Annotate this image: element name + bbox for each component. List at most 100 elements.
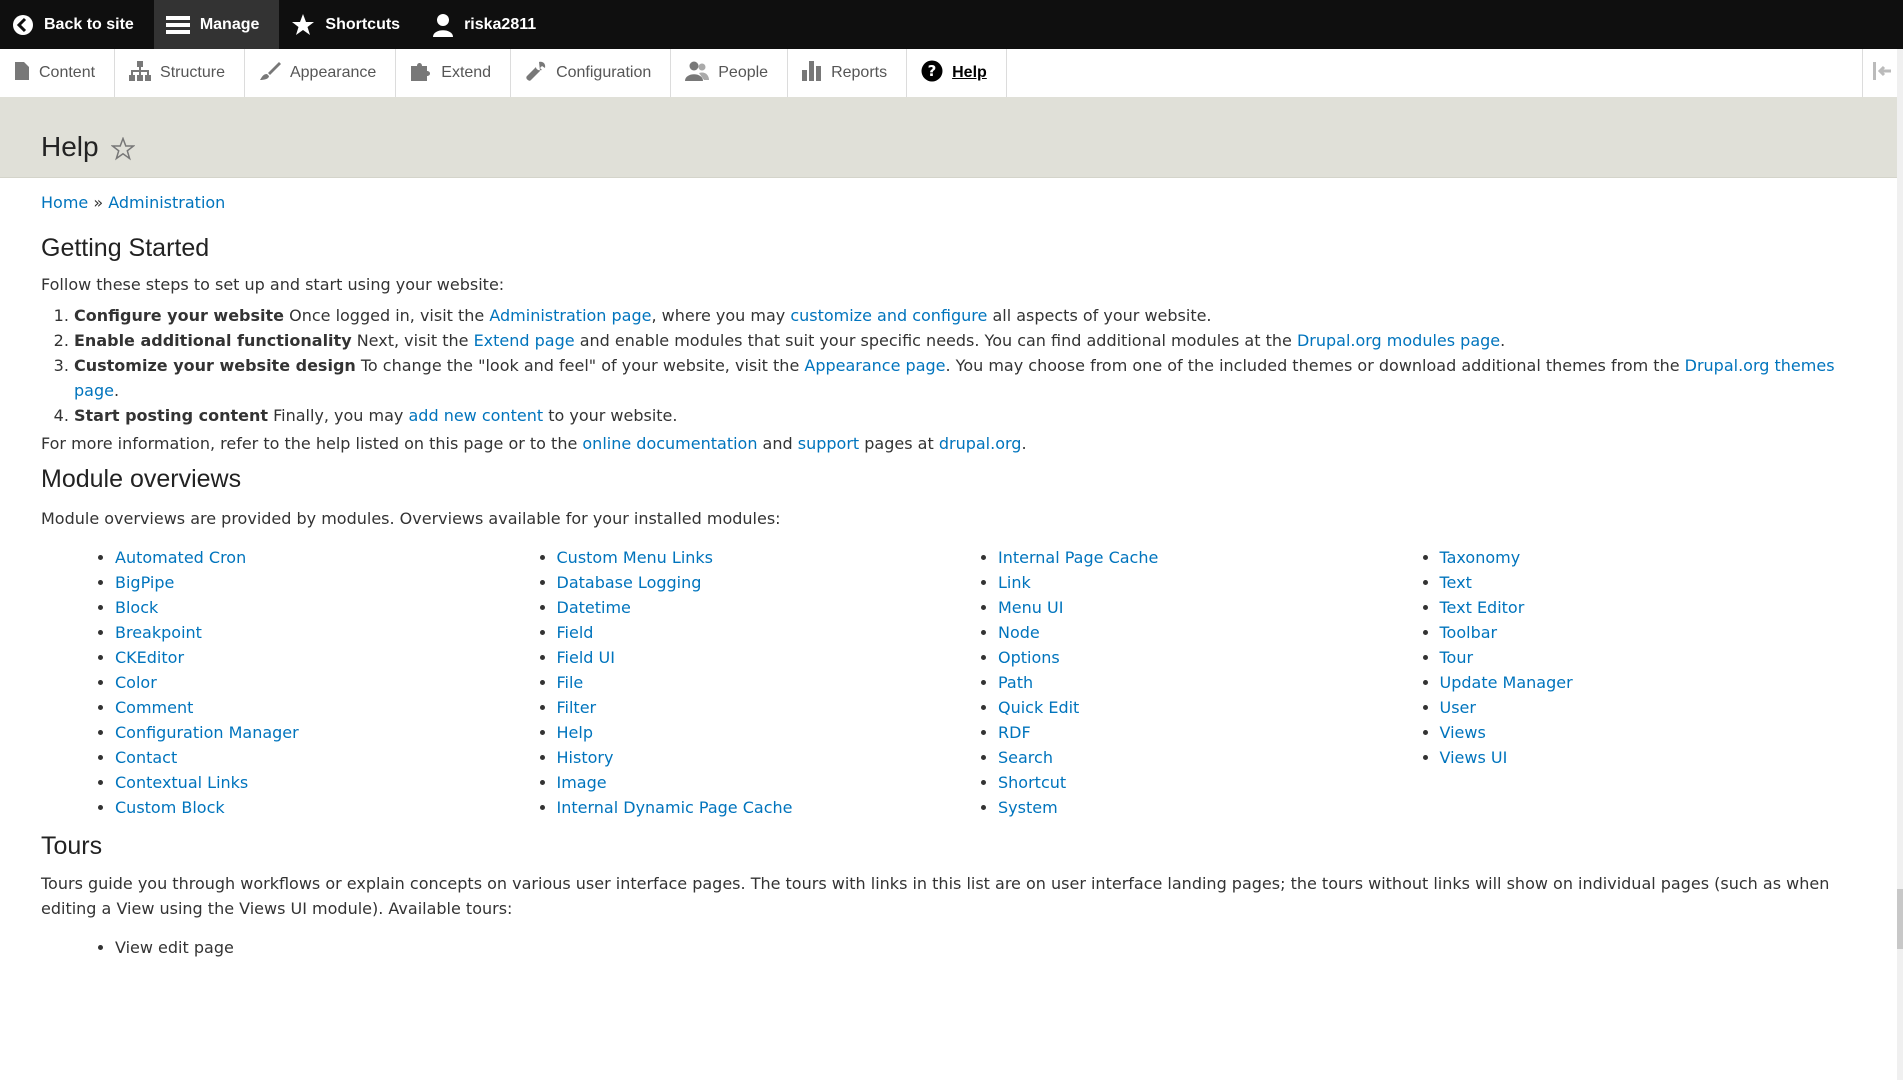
tours-heading: Tours [41,832,103,860]
module-help-link[interactable]: Node [998,623,1040,642]
tray-item-extend[interactable]: Extend [396,49,512,97]
module-help-link[interactable]: Automated Cron [115,548,246,567]
module-help-link[interactable]: Image [557,773,607,792]
breadcrumb-administration-link[interactable]: Administration [108,193,225,212]
step-text: , where you may [651,306,791,325]
module-help-link[interactable]: BigPipe [115,573,174,592]
module-column: Automated Cron BigPipe Block Breakpoint CKEd… [95,545,537,820]
online-documentation-link[interactable]: online documentation [582,434,757,453]
getting-started-heading: Getting Started [41,234,210,262]
step-title: Enable additional functionality [74,331,352,350]
extend-page-link[interactable]: Extend page [474,331,575,350]
add-new-content-link[interactable]: add new content [408,406,543,425]
module-help-link[interactable]: Options [998,648,1060,667]
drupal-modules-page-link[interactable]: Drupal.org modules page [1297,331,1500,350]
module-help-link[interactable]: Text [1440,573,1472,592]
module-help-link[interactable]: Menu UI [998,598,1063,617]
module-help-link[interactable]: Quick Edit [998,698,1079,717]
customize-configure-link[interactable]: customize and configure [790,306,987,325]
step-text: . You may choose from one of the include… [945,356,1685,375]
list-item: Contact [115,745,537,770]
module-help-link[interactable]: Views [1440,723,1486,742]
step-text: all aspects of your website. [987,306,1212,325]
module-help-link[interactable]: Filter [557,698,597,717]
module-help-link[interactable]: User [1440,698,1476,717]
list-item: Options [998,645,1420,670]
tray-item-structure[interactable]: Structure [115,49,245,97]
module-help-link[interactable]: Shortcut [998,773,1066,792]
module-help-link[interactable]: Text Editor [1440,598,1525,617]
tray-item-configuration[interactable]: Configuration [511,49,672,97]
breadcrumb-home-link[interactable]: Home [41,193,88,212]
list-item: Shortcut [998,770,1420,795]
text-span: . [1021,434,1027,453]
favorite-star-icon[interactable] [110,136,136,165]
module-help-link[interactable]: File [557,673,584,692]
module-help-link[interactable]: Custom Block [115,798,225,817]
manage-tab[interactable]: Manage [153,0,280,49]
module-help-link[interactable]: RDF [998,723,1031,742]
collapse-left-icon [1873,61,1893,85]
module-help-link[interactable]: Datetime [557,598,631,617]
user-tab[interactable]: riska2811 [420,0,556,49]
module-help-link[interactable]: Taxonomy [1440,548,1521,567]
admin-menu-tray: Content Structure Appearance Extend Conf… [0,49,1903,98]
list-item: Internal Page Cache [998,545,1420,570]
module-help-link[interactable]: Views UI [1440,748,1508,767]
module-help-link[interactable]: Search [998,748,1053,767]
tray-item-reports[interactable]: Reports [788,49,908,97]
module-help-link[interactable]: Field UI [557,648,615,667]
module-help-link[interactable]: Custom Menu Links [557,548,714,567]
tray-item-content[interactable]: Content [0,49,116,97]
list-item: Views UI [1440,745,1862,770]
module-help-link[interactable]: CKEditor [115,648,184,667]
module-help-link[interactable]: Contextual Links [115,773,248,792]
scrollbar-thumb[interactable] [1897,889,1903,949]
module-help-link[interactable]: Internal Page Cache [998,548,1158,567]
list-item: Customize your website design To change … [74,353,1861,403]
list-item: Color [115,670,537,695]
module-help-link[interactable]: Toolbar [1440,623,1498,642]
module-help-link[interactable]: Block [115,598,158,617]
list-item: Configuration Manager [115,720,537,745]
module-help-link[interactable]: Help [557,723,593,742]
scrollbar[interactable] [1897,49,1903,1080]
text-span: For more information, refer to the help … [41,434,583,453]
module-help-link[interactable]: Tour [1440,648,1474,667]
shortcuts-tab[interactable]: Shortcuts [279,0,420,49]
list-item: Text [1440,570,1862,595]
breadcrumb: Home » Administration [41,190,1861,215]
getting-started-steps: Configure your website Once logged in, v… [41,303,1861,428]
module-help-link[interactable]: Internal Dynamic Page Cache [557,798,793,817]
tray-item-people[interactable]: People [671,49,789,97]
tray-item-appearance[interactable]: Appearance [245,49,397,97]
support-link[interactable]: support [798,434,859,453]
back-to-site-button[interactable]: Back to site [0,0,154,49]
list-item: Field [557,620,979,645]
administration-page-link[interactable]: Administration page [489,306,651,325]
admin-toolbar-bar: Back to site Manage Shortcuts riska2811 [0,0,1903,49]
module-column: Custom Menu Links Database Logging Datetim… [537,545,979,820]
more-information-text: For more information, refer to the help … [41,431,1861,456]
module-help-link[interactable]: System [998,798,1058,817]
appearance-page-link[interactable]: Appearance page [804,356,945,375]
list-item: Views [1440,720,1862,745]
tray-item-help[interactable]: ? Help [907,49,1007,97]
module-help-link[interactable]: Update Manager [1440,673,1573,692]
step-text: to your website. [543,406,678,425]
module-help-link[interactable]: Link [998,573,1031,592]
module-help-link[interactable]: History [557,748,614,767]
list-item: Menu UI [998,595,1420,620]
module-help-link[interactable]: Field [557,623,594,642]
module-help-link[interactable]: Contact [115,748,177,767]
module-help-link[interactable]: Color [115,673,157,692]
module-help-link[interactable]: Database Logging [557,573,702,592]
list-item: Configure your website Once logged in, v… [74,303,1861,328]
drupal-org-link[interactable]: drupal.org [939,434,1022,453]
module-help-link[interactable]: Breakpoint [115,623,202,642]
module-help-link[interactable]: Path [998,673,1033,692]
module-help-link[interactable]: Comment [115,698,193,717]
module-help-link[interactable]: Configuration Manager [115,723,299,742]
list-item: Datetime [557,595,979,620]
main-content: Home » Administration Getting Started Fo… [41,190,1861,960]
